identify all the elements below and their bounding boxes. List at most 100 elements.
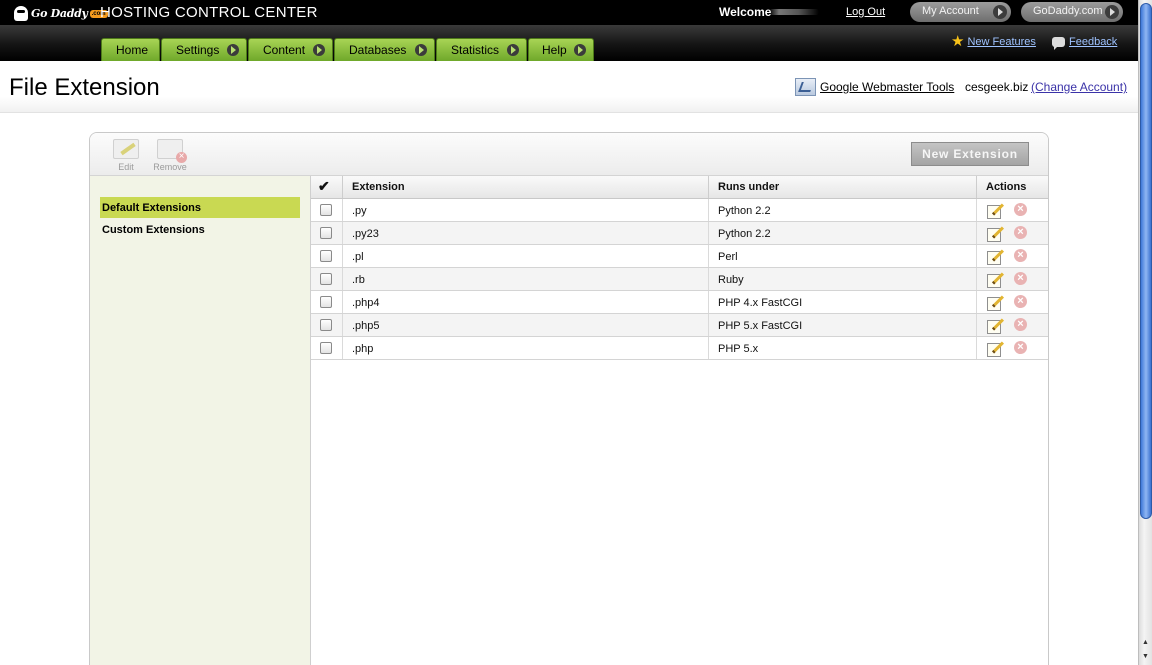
pencil-icon[interactable]: [986, 340, 1001, 357]
edit-button[interactable]: Edit: [106, 139, 146, 172]
pencil-icon[interactable]: [986, 202, 1001, 219]
column-header-actions: Actions: [976, 176, 1048, 198]
pencil-icon[interactable]: [986, 225, 1001, 242]
runs-under-cell: PHP 5.x FastCGI: [708, 314, 976, 336]
tab-help-label: Help: [542, 43, 567, 57]
tab-content[interactable]: Content: [248, 38, 333, 61]
x-circle-icon[interactable]: ×: [1014, 318, 1027, 331]
tab-home-label: Home: [116, 43, 149, 57]
feedback-label: Feedback: [1069, 36, 1118, 48]
main-nav: Home Settings Content Databases Statisti…: [0, 25, 1138, 61]
extension-cell: .pl: [342, 245, 708, 267]
x-circle-icon[interactable]: ×: [1014, 295, 1027, 308]
extensions-table: ✔ Extension Runs under Actions .py Pytho…: [311, 176, 1048, 360]
table-row[interactable]: .php5 PHP 5.x FastCGI ×: [311, 314, 1048, 337]
row-checkbox[interactable]: [320, 296, 332, 308]
tab-settings[interactable]: Settings: [161, 38, 247, 61]
remove-label: Remove: [153, 162, 187, 172]
my-account-button[interactable]: My Account: [910, 2, 1011, 22]
logout-link[interactable]: Log Out: [846, 6, 885, 18]
redacted-username: [769, 9, 819, 15]
runs-under-cell: Perl: [708, 245, 976, 267]
table-row[interactable]: .py23 Python 2.2 ×: [311, 222, 1048, 245]
x-circle-icon[interactable]: ×: [1014, 249, 1027, 262]
google-webmaster-tools-label: Google Webmaster Tools: [820, 80, 955, 94]
account-domain: cesgeek.biz: [965, 80, 1029, 94]
scroll-down-icon[interactable]: ▼: [1139, 650, 1152, 663]
remove-button[interactable]: Remove: [150, 139, 190, 172]
x-circle-icon[interactable]: ×: [1014, 272, 1027, 285]
tab-statistics[interactable]: Statistics: [436, 38, 527, 61]
x-circle-icon[interactable]: ×: [1014, 203, 1027, 216]
arrow-right-icon: [1105, 5, 1119, 19]
godaddy-com-button[interactable]: GoDaddy.com: [1021, 2, 1123, 22]
welcome-text: Welcome: [719, 5, 772, 19]
actions-cell: ×: [976, 291, 1048, 313]
row-select-cell: [311, 222, 342, 244]
tab-databases-label: Databases: [349, 43, 407, 57]
table-row[interactable]: .php PHP 5.x ×: [311, 337, 1048, 360]
top-bar: Go Daddy .com HOSTING CONTROL CENTER Wel…: [0, 0, 1138, 25]
row-checkbox[interactable]: [320, 204, 332, 216]
arrow-right-icon: [993, 5, 1007, 19]
new-features-label: New Features: [967, 36, 1036, 48]
change-account-link[interactable]: (Change Account): [1031, 80, 1127, 94]
edit-icon: [113, 139, 139, 159]
row-select-cell: [311, 291, 342, 313]
page-title: File Extension: [9, 74, 160, 101]
x-circle-icon[interactable]: ×: [1014, 226, 1027, 239]
table-row[interactable]: .rb Ruby ×: [311, 268, 1048, 291]
column-header-runs-under[interactable]: Runs under: [708, 176, 976, 198]
table-row[interactable]: .pl Perl ×: [311, 245, 1048, 268]
row-checkbox[interactable]: [320, 342, 332, 354]
extension-cell: .rb: [342, 268, 708, 290]
tab-content-label: Content: [263, 43, 306, 57]
row-checkbox[interactable]: [320, 227, 332, 239]
pencil-icon[interactable]: [986, 248, 1001, 265]
google-webmaster-tools-link[interactable]: Google Webmaster Tools: [795, 78, 954, 96]
new-extension-button[interactable]: New Extension: [911, 142, 1029, 166]
mascot-icon: [14, 6, 28, 21]
page-header: File Extension Google Webmaster Tools ce…: [0, 61, 1138, 113]
pencil-icon[interactable]: [986, 317, 1001, 334]
scroll-up-icon[interactable]: ▲: [1139, 636, 1152, 649]
pencil-icon[interactable]: [986, 271, 1001, 288]
select-all-checkmark-icon[interactable]: ✔: [311, 176, 342, 198]
row-select-cell: [311, 337, 342, 359]
panel-toolbar: Edit Remove New Extension: [90, 133, 1048, 176]
arrow-right-icon[interactable]: [313, 44, 325, 56]
arrow-right-icon[interactable]: [574, 44, 586, 56]
speech-bubble-icon: [1052, 37, 1065, 50]
tab-home[interactable]: Home: [101, 38, 160, 61]
arrow-right-icon[interactable]: [227, 44, 239, 56]
arrow-right-icon[interactable]: [415, 44, 427, 56]
runs-under-cell: Python 2.2: [708, 199, 976, 221]
tab-databases[interactable]: Databases: [334, 38, 435, 61]
scroll-thumb[interactable]: [1140, 3, 1152, 519]
sidebar-item-default-extensions[interactable]: Default Extensions: [100, 197, 300, 218]
extensions-sidebar: Default Extensions Custom Extensions: [90, 176, 311, 665]
table-row[interactable]: .py Python 2.2 ×: [311, 199, 1048, 222]
logo-text: Go Daddy: [31, 7, 88, 20]
row-select-cell: [311, 268, 342, 290]
x-circle-icon[interactable]: ×: [1014, 341, 1027, 354]
row-checkbox[interactable]: [320, 319, 332, 331]
row-checkbox[interactable]: [320, 273, 332, 285]
extension-cell: .php4: [342, 291, 708, 313]
column-header-extension[interactable]: Extension: [342, 176, 708, 198]
vertical-scrollbar[interactable]: ▲ ▼: [1138, 0, 1152, 665]
tab-help[interactable]: Help: [528, 38, 594, 61]
sidebar-item-custom-extensions[interactable]: Custom Extensions: [100, 219, 300, 240]
table-row[interactable]: .php4 PHP 4.x FastCGI ×: [311, 291, 1048, 314]
table-header: ✔ Extension Runs under Actions: [311, 176, 1048, 199]
edit-label: Edit: [118, 162, 134, 172]
row-checkbox[interactable]: [320, 250, 332, 262]
row-select-cell: [311, 245, 342, 267]
pencil-icon[interactable]: [986, 294, 1001, 311]
new-features-link[interactable]: ★ New Features: [951, 34, 1036, 49]
feedback-link[interactable]: Feedback: [1052, 36, 1118, 50]
row-select-cell: [311, 314, 342, 336]
godaddy-logo[interactable]: Go Daddy .com: [14, 5, 108, 22]
arrow-right-icon[interactable]: [507, 44, 519, 56]
actions-cell: ×: [976, 314, 1048, 336]
